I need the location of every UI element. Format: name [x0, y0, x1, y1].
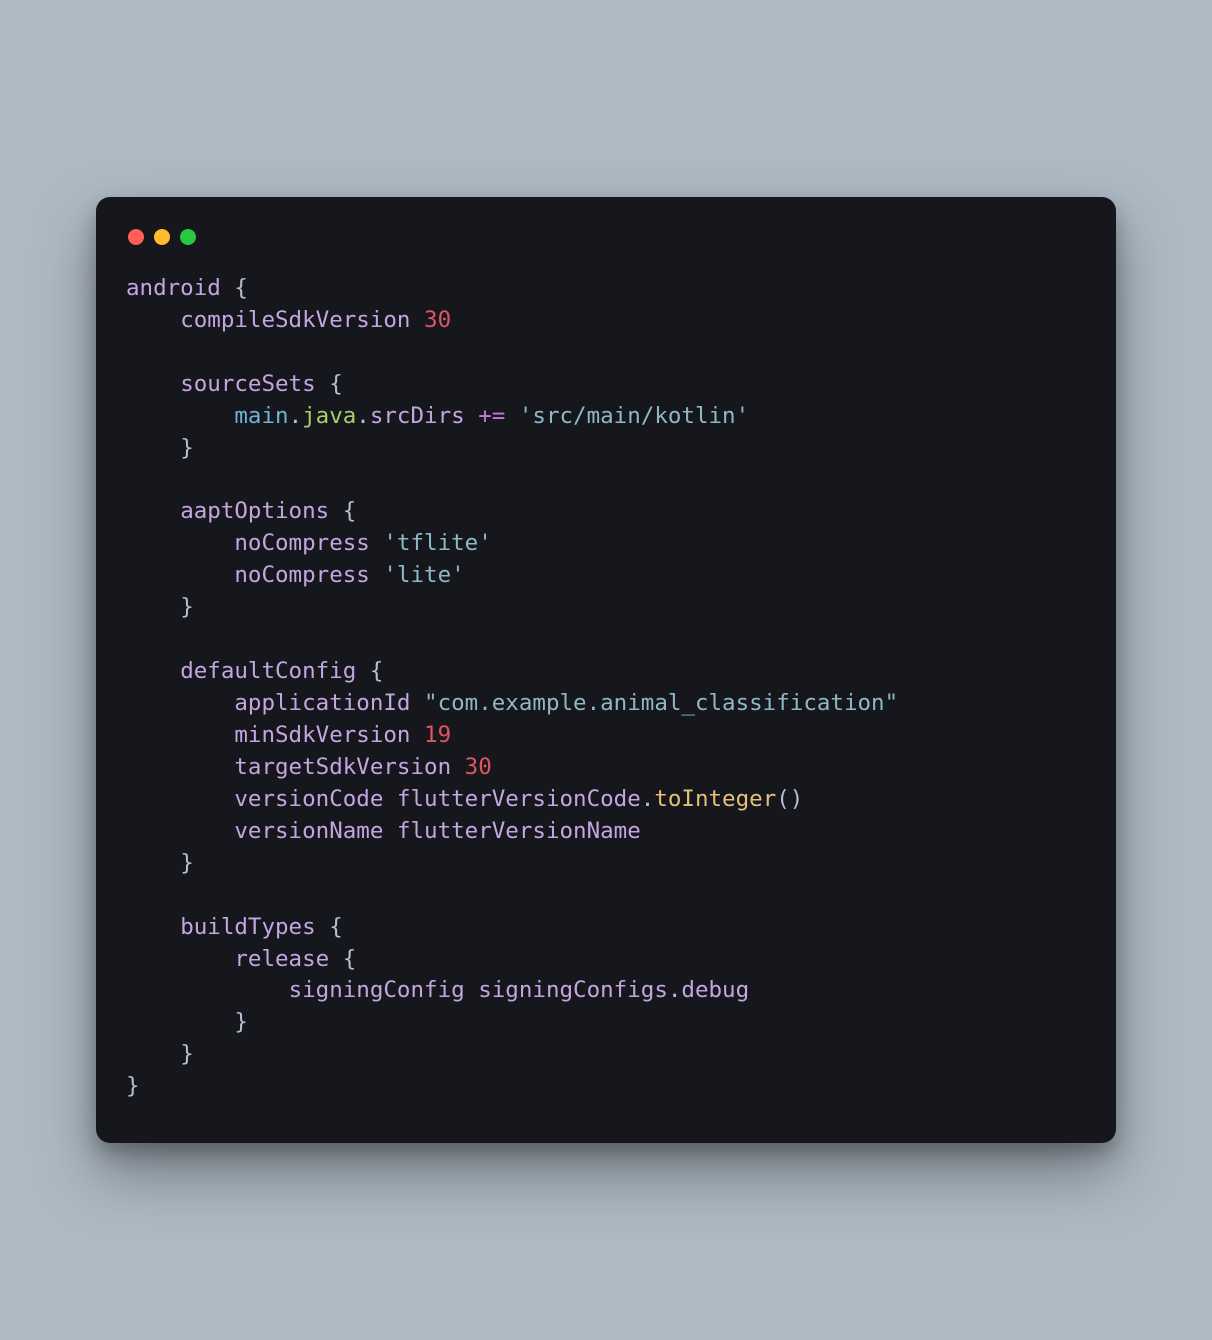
code-block: android { compileSdkVersion 30 sourceSet… [126, 273, 1086, 1103]
kw-noCompress: noCompress [234, 562, 369, 588]
kw-applicationId: applicationId [234, 690, 410, 716]
kw-versionCode: versionCode [234, 786, 383, 812]
kw-buildTypes: buildTypes [180, 914, 315, 940]
kw-versionName: versionName [234, 818, 383, 844]
minimize-icon[interactable] [154, 229, 170, 245]
val-compileSdkVersion: 30 [424, 307, 451, 333]
method-toInteger: toInteger [654, 786, 776, 812]
val-srcDirs: 'src/main/kotlin' [519, 403, 749, 429]
kw-compileSdkVersion: compileSdkVersion [180, 307, 410, 333]
id-main: main [234, 403, 288, 429]
close-icon[interactable] [128, 229, 144, 245]
val-minSdkVersion: 19 [424, 722, 451, 748]
kw-android: android [126, 275, 221, 301]
id-flutterVersionCode: flutterVersionCode [397, 786, 641, 812]
kw-sourceSets: sourceSets [180, 371, 315, 397]
op-plusEq: += [478, 403, 505, 429]
val-targetSdkVersion: 30 [465, 754, 492, 780]
code-window: android { compileSdkVersion 30 sourceSet… [96, 197, 1116, 1143]
kw-defaultConfig: defaultConfig [180, 658, 356, 684]
kw-release: release [234, 946, 329, 972]
kw-minSdkVersion: minSdkVersion [234, 722, 410, 748]
id-flutterVersionName: flutterVersionName [397, 818, 641, 844]
kw-aaptOptions: aaptOptions [180, 498, 329, 524]
val-applicationId: "com.example.animal_classification" [424, 690, 898, 716]
id-java: java [302, 403, 356, 429]
kw-targetSdkVersion: targetSdkVersion [234, 754, 451, 780]
id-srcDirs: srcDirs [370, 403, 465, 429]
val-noCompress-tflite: 'tflite' [383, 530, 491, 556]
id-signingConfigs: signingConfigs [478, 977, 668, 1003]
id-debug: debug [681, 977, 749, 1003]
kw-noCompress: noCompress [234, 530, 369, 556]
maximize-icon[interactable] [180, 229, 196, 245]
kw-signingConfig: signingConfig [289, 977, 465, 1003]
titlebar [126, 225, 1086, 273]
val-noCompress-lite: 'lite' [383, 562, 464, 588]
